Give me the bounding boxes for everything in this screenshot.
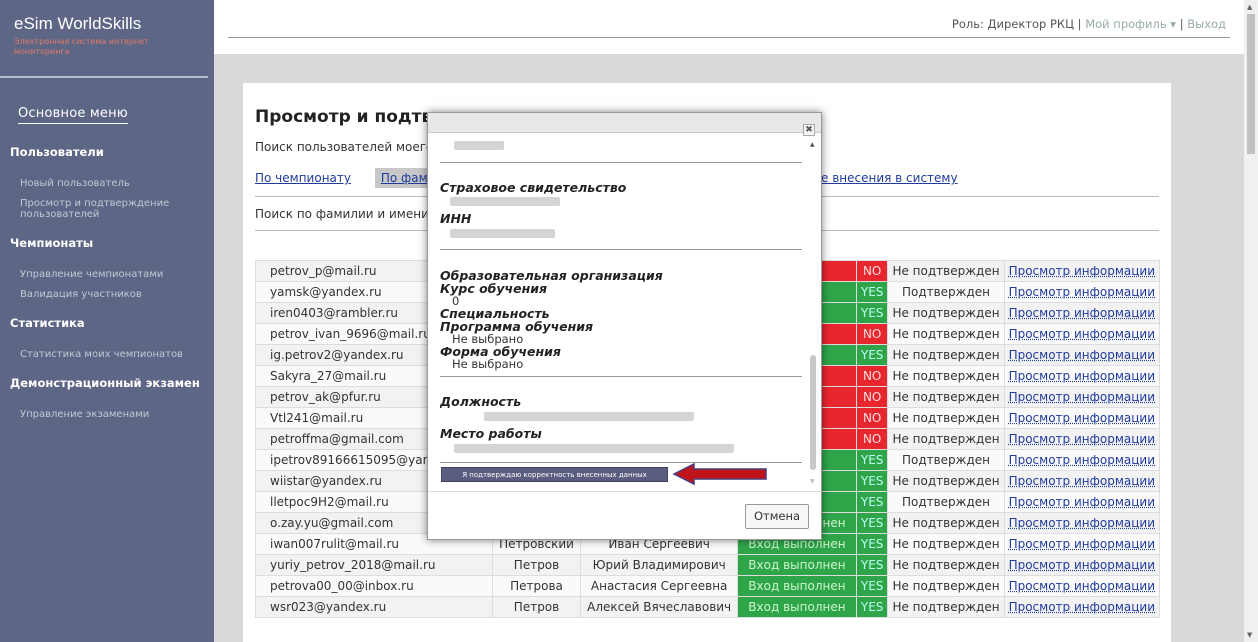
scroll-down-icon[interactable]: ▼ — [810, 478, 815, 485]
page-scrollbar[interactable]: ▲ ▼ — [1244, 0, 1258, 642]
sidebar-section-users[interactable]: Пользователи — [0, 145, 214, 159]
scroll-up-icon[interactable]: ▲ — [1247, 3, 1252, 11]
workplace-value — [454, 444, 734, 453]
arrow-left-icon — [672, 462, 767, 486]
insurance-value — [450, 197, 560, 206]
insurance-label: Страховое свидетельство — [440, 180, 627, 195]
sidebar-item-new-user[interactable]: Новый пользователь — [0, 178, 214, 189]
form-value: Не выбрано — [452, 357, 524, 371]
app-title: eSim WorldSkills — [14, 14, 142, 33]
position-label: Должность — [440, 394, 522, 409]
sidebar: eSim WorldSkills Электронная система инт… — [0, 0, 214, 642]
course-label: Курс обучения — [440, 281, 548, 296]
menu-heading: Основное меню — [18, 106, 128, 124]
modal-scrollbar[interactable]: ▲ ▼ — [810, 135, 818, 485]
sidebar-item-manage-exams[interactable]: Управление экзаменами — [0, 409, 214, 420]
modal-header: ✖ — [428, 113, 821, 136]
blurred-value — [454, 141, 504, 150]
modal-scroll-thumb[interactable] — [810, 355, 816, 470]
sidebar-item-manage-championships[interactable]: Управление чемпионатами — [0, 269, 214, 280]
scroll-thumb[interactable] — [1247, 14, 1255, 154]
modal-body: Страховое свидетельство ИНН Образователь… — [440, 135, 802, 483]
sidebar-item-validate-participants[interactable]: Валидация участников — [0, 289, 214, 300]
scroll-up-icon[interactable]: ▲ — [810, 141, 815, 148]
cancel-button[interactable]: Отмена — [745, 504, 809, 529]
app-subtitle: Электронная система интернет мониторинга — [14, 37, 149, 56]
scroll-down-icon[interactable]: ▼ — [1247, 631, 1252, 639]
inn-label: ИНН — [440, 211, 472, 226]
position-value — [484, 412, 694, 421]
sidebar-section-demo-exam[interactable]: Демонстрационный экзамен — [0, 376, 214, 390]
sidebar-section-statistics[interactable]: Статистика — [0, 316, 214, 330]
workplace-label: Место работы — [440, 426, 542, 441]
sidebar-section-championships[interactable]: Чемпионаты — [0, 236, 214, 250]
inn-value — [450, 229, 555, 238]
confirm-data-button[interactable]: Я подтверждаю корректность внесенных дан… — [441, 467, 668, 482]
sidebar-item-view-users[interactable]: Просмотр и подтверждение пользователей — [0, 198, 214, 220]
sidebar-item-my-stats[interactable]: Статистика моих чемпионатов — [0, 349, 214, 360]
brand: eSim WorldSkills Электронная система инт… — [0, 0, 208, 78]
